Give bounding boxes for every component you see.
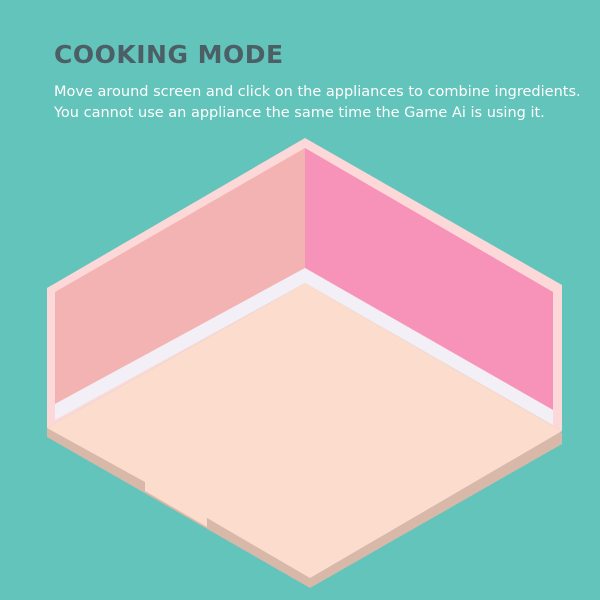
kitchen-room [47,138,562,588]
